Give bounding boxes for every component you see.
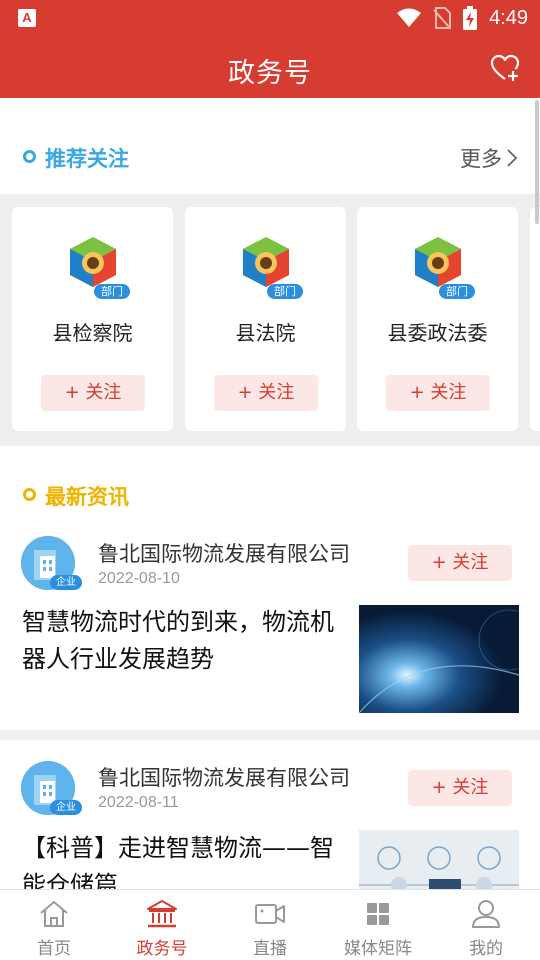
nav-label: 我的: [469, 939, 503, 959]
department-name: 县检察院: [52, 321, 133, 345]
wifi-icon: [397, 8, 422, 27]
publisher-name: 鲁北国际物流发展有限公司: [98, 766, 350, 790]
enterprise-badge: 企业: [50, 800, 82, 815]
status-icons: 4:49: [397, 6, 528, 30]
news-headline[interactable]: 【科普】走进智慧物流——智能仓储篇: [22, 830, 344, 890]
battery-charging-icon: [463, 6, 478, 30]
nav-item-media-matrix[interactable]: 媒体矩阵: [324, 890, 432, 960]
follow-button[interactable]: + 关注: [386, 375, 490, 411]
department-logo-icon: [415, 237, 461, 287]
department-card[interactable]: 部门 县法院 + 关注: [185, 207, 346, 431]
publish-date: 2022-08-10: [98, 570, 180, 587]
heart-add-icon[interactable]: [490, 54, 520, 82]
chevron-right-icon: [507, 149, 518, 167]
news-thumbnail[interactable]: [359, 605, 519, 713]
no-sim-icon: [433, 7, 452, 29]
more-label: 更多: [460, 147, 502, 171]
news-thumbnail[interactable]: [359, 830, 519, 890]
news-item[interactable]: 企业 鲁北国际物流发展有限公司 2022-08-10 + 关注 智慧物流时代的到…: [0, 526, 540, 730]
section-bullet-icon: [23, 150, 36, 163]
nav-label: 首页: [37, 939, 71, 959]
recommend-cards-carousel[interactable]: 部门 县检察院 + 关注 部门 县法院 + 关注 部门 县委政法委 + 关注: [0, 194, 540, 446]
recommend-section-header: 推荐关注 更多: [0, 98, 540, 194]
news-item[interactable]: 企业 鲁北国际物流发展有限公司 2022-08-11 + 关注 【科普】走进智慧…: [0, 740, 540, 890]
more-link[interactable]: 更多: [460, 143, 518, 173]
nav-item-live[interactable]: 直播: [216, 890, 324, 960]
section-bullet-icon: [23, 488, 36, 501]
department-logo-icon: [70, 237, 116, 287]
department-name: 县委政法委: [387, 321, 488, 345]
nav-item-home[interactable]: 首页: [0, 890, 108, 960]
publisher-name: 鲁北国际物流发展有限公司: [98, 542, 350, 566]
government-building-icon: [147, 900, 177, 928]
follow-button[interactable]: + 关注: [408, 770, 512, 806]
enterprise-badge: 企业: [50, 575, 82, 590]
follow-button[interactable]: + 关注: [408, 545, 512, 581]
news-headline[interactable]: 智慧物流时代的到来，物流机器人行业发展趋势: [22, 604, 344, 678]
app-notification-icon: A: [18, 9, 36, 27]
publish-date: 2022-08-11: [98, 794, 179, 811]
nav-item-profile[interactable]: 我的: [432, 890, 540, 960]
department-badge: 部门: [439, 284, 475, 299]
grid-icon: [367, 903, 389, 925]
nav-label: 媒体矩阵: [344, 939, 412, 959]
department-badge: 部门: [267, 284, 303, 299]
department-card[interactable]: 部门 县委政法委 + 关注: [357, 207, 518, 431]
clock-time: 4:49: [489, 6, 528, 29]
user-icon: [472, 900, 500, 928]
follow-button[interactable]: + 关注: [214, 375, 318, 411]
nav-label: 直播: [253, 939, 287, 959]
page-title: 政务号: [228, 58, 312, 89]
department-name: 县法院: [235, 321, 296, 345]
recommend-title: 推荐关注: [45, 147, 129, 171]
screen: A 4:49 政务号 推荐关注 更多 部门 县检察院 + 关注 部门 县法院 +…: [0, 0, 540, 960]
department-card-partial[interactable]: [530, 207, 540, 431]
follow-button[interactable]: + 关注: [41, 375, 145, 411]
department-badge: 部门: [94, 284, 130, 299]
status-bar: A 4:49: [0, 0, 540, 36]
app-header: 政务号: [0, 36, 540, 98]
home-icon: [40, 900, 68, 927]
video-camera-icon: [255, 904, 285, 924]
nav-item-government[interactable]: 政务号: [108, 890, 216, 960]
nav-label: 政务号: [136, 939, 188, 959]
news-section-header: 最新资讯: [0, 446, 540, 526]
news-title: 最新资讯: [45, 485, 129, 509]
scrollbar[interactable]: [535, 100, 539, 224]
department-card[interactable]: 部门 县检察院 + 关注: [12, 207, 173, 431]
department-logo-icon: [243, 237, 289, 287]
bottom-navigation: 首页 政务号 直播 媒体矩阵 我的: [0, 889, 540, 960]
